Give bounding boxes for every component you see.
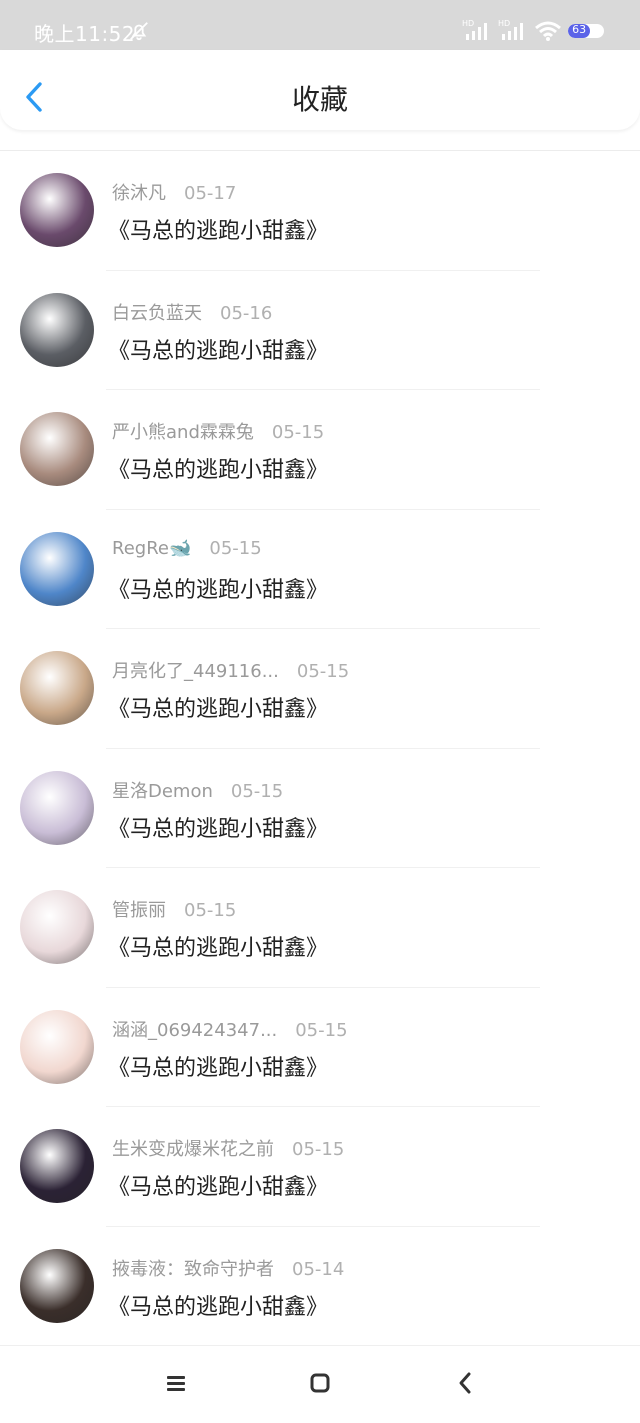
menu-icon[interactable] bbox=[156, 1366, 196, 1400]
back-arrow-icon[interactable] bbox=[446, 1366, 486, 1400]
status-time: 晚上11:52 bbox=[34, 22, 136, 46]
item-date: 05-15 bbox=[209, 537, 262, 559]
user-name[interactable]: 月亮化了_449116... bbox=[112, 661, 279, 682]
home-square-icon[interactable] bbox=[300, 1366, 340, 1400]
book-title[interactable]: 《马总的逃跑小甜鑫》 bbox=[108, 811, 328, 843]
item-meta: 月亮化了_449116... 05-15 bbox=[112, 657, 349, 683]
avatar[interactable] bbox=[20, 890, 94, 964]
list-item[interactable]: 生米变成爆米花之前 05-15 《马总的逃跑小甜鑫》 bbox=[0, 1107, 640, 1227]
favorites-list: 徐沐凡 05-17 《马总的逃跑小甜鑫》 白云负蓝天 05-16 《马总的逃跑小甜鑫… bbox=[0, 151, 640, 1346]
user-name[interactable]: 徐沐凡 bbox=[112, 183, 166, 204]
book-title[interactable]: 《马总的逃跑小甜鑫》 bbox=[108, 572, 328, 604]
item-date: 05-16 bbox=[220, 302, 273, 324]
avatar[interactable] bbox=[20, 1009, 94, 1084]
item-meta: 掖毒液：致命守护者 05-14 bbox=[112, 1255, 344, 1281]
item-meta: RegRe🐋 05-15 bbox=[112, 538, 262, 559]
list-item[interactable]: 严小熊and霖霖兔 05-15 《马总的逃跑小甜鑫》 bbox=[0, 390, 640, 510]
avatar[interactable] bbox=[20, 651, 94, 725]
book-title[interactable]: 《马总的逃跑小甜鑫》 bbox=[108, 1050, 328, 1082]
list-item[interactable]: 月亮化了_449116... 05-15 《马总的逃跑小甜鑫》 bbox=[0, 629, 640, 749]
user-name[interactable]: 掖毒液：致命守护者 bbox=[112, 1259, 274, 1280]
wifi-icon bbox=[535, 21, 561, 41]
item-date: 05-15 bbox=[296, 661, 350, 682]
svg-text:HD: HD bbox=[498, 19, 510, 28]
avatar[interactable] bbox=[20, 173, 94, 247]
avatar[interactable] bbox=[20, 770, 94, 845]
user-name[interactable]: RegRe🐋 bbox=[112, 538, 191, 559]
item-meta: 徐沐凡 05-17 bbox=[112, 179, 236, 205]
list-item[interactable]: 星洛Demon 05-15 《马总的逃跑小甜鑫》 bbox=[0, 749, 640, 868]
signal-hd-icon: HD bbox=[498, 19, 523, 40]
user-name[interactable]: 星洛Demon bbox=[112, 781, 213, 802]
list-item[interactable]: RegRe🐋 05-15 《马总的逃跑小甜鑫》 bbox=[0, 510, 640, 629]
avatar[interactable] bbox=[20, 531, 94, 606]
book-title[interactable]: 《马总的逃跑小甜鑫》 bbox=[108, 691, 328, 723]
list-item[interactable]: 掖毒液：致命守护者 05-14 《马总的逃跑小甜鑫》 bbox=[0, 1227, 640, 1346]
book-title[interactable]: 《马总的逃跑小甜鑫》 bbox=[108, 1289, 328, 1321]
list-item[interactable]: 徐沐凡 05-17 《马总的逃跑小甜鑫》 bbox=[0, 151, 640, 271]
user-name[interactable]: 白云负蓝天 bbox=[112, 303, 202, 324]
bell-off-icon bbox=[130, 22, 148, 41]
avatar[interactable] bbox=[20, 292, 94, 367]
avatar[interactable] bbox=[20, 412, 94, 486]
user-name[interactable]: 管振丽 bbox=[112, 900, 166, 921]
item-date: 05-15 bbox=[295, 1019, 348, 1041]
book-title[interactable]: 《马总的逃跑小甜鑫》 bbox=[108, 452, 328, 484]
item-date: 05-15 bbox=[230, 780, 284, 802]
user-name[interactable]: 严小熊and霖霖兔 bbox=[112, 422, 254, 443]
item-meta: 管振丽 05-15 bbox=[112, 896, 236, 922]
list-item[interactable]: 管振丽 05-15 《马总的逃跑小甜鑫》 bbox=[0, 868, 640, 988]
battery-icon: 63 bbox=[568, 24, 604, 38]
item-date: 05-15 bbox=[271, 422, 325, 443]
item-date: 05-15 bbox=[184, 900, 237, 921]
svg-text:HD: HD bbox=[462, 19, 474, 28]
item-meta: 白云负蓝天 05-16 bbox=[112, 299, 272, 325]
list-item[interactable]: 白云负蓝天 05-16 《马总的逃跑小甜鑫》 bbox=[0, 271, 640, 390]
item-meta: 星洛Demon 05-15 bbox=[112, 777, 283, 803]
item-meta: 生米变成爆米花之前 05-15 bbox=[112, 1135, 344, 1161]
list-item[interactable]: 涵涵_069424347... 05-15 《马总的逃跑小甜鑫》 bbox=[0, 988, 640, 1107]
user-name[interactable]: 涵涵_069424347... bbox=[112, 1020, 277, 1041]
item-date: 05-15 bbox=[292, 1139, 345, 1160]
book-title[interactable]: 《马总的逃跑小甜鑫》 bbox=[108, 930, 328, 962]
page-title: 收藏 bbox=[291, 83, 348, 116]
book-title[interactable]: 《马总的逃跑小甜鑫》 bbox=[108, 333, 328, 365]
item-meta: 严小熊and霖霖兔 05-15 bbox=[112, 418, 324, 444]
book-title[interactable]: 《马总的逃跑小甜鑫》 bbox=[108, 213, 328, 245]
item-date: 05-17 bbox=[184, 183, 237, 204]
item-meta: 涵涵_069424347... 05-15 bbox=[112, 1016, 348, 1042]
user-name[interactable]: 生米变成爆米花之前 bbox=[112, 1139, 274, 1160]
system-nav-bar bbox=[0, 1345, 640, 1423]
signal-hd-icon: HD bbox=[462, 19, 487, 40]
book-title[interactable]: 《马总的逃跑小甜鑫》 bbox=[108, 1169, 328, 1201]
avatar[interactable] bbox=[20, 1129, 94, 1203]
avatar[interactable] bbox=[20, 1248, 94, 1323]
battery-level: 63 bbox=[572, 24, 587, 36]
item-date: 05-14 bbox=[292, 1258, 345, 1280]
